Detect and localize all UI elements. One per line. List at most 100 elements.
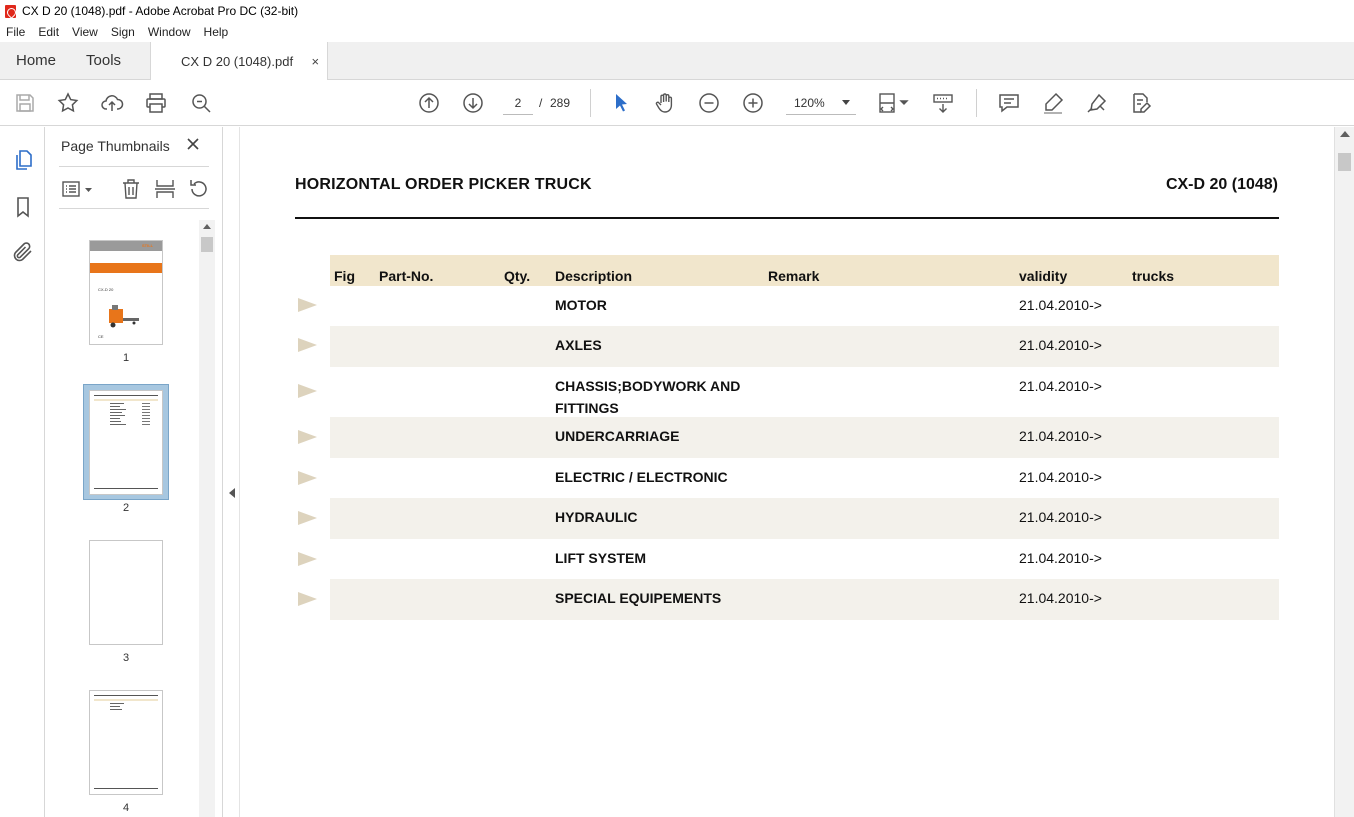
row-description[interactable]: MOTOR [555, 294, 765, 316]
thumbnail-label-3: 3 [122, 652, 130, 664]
ce-mark: CE [98, 334, 104, 339]
insert-page-icon[interactable] [153, 177, 177, 201]
row-description[interactable]: HYDRAULIC [555, 506, 765, 528]
document-scrollbar[interactable] [1334, 127, 1354, 817]
row-link-arrow-icon[interactable] [298, 384, 317, 398]
table-row: HYDRAULIC 21.04.2010-> [330, 498, 1279, 539]
table-row: AXLES 21.04.2010-> [330, 326, 1279, 367]
next-page-icon[interactable] [460, 90, 486, 116]
page-fit-icon[interactable] [875, 90, 911, 116]
panel-divider [59, 166, 209, 167]
thumbnail-label-1: 1 [122, 352, 130, 364]
row-link-arrow-icon[interactable] [298, 511, 317, 525]
hand-tool-icon[interactable] [652, 90, 678, 116]
sign-pen-icon[interactable] [1084, 90, 1110, 116]
row-description[interactable]: ELECTRIC / ELECTRONIC [555, 466, 765, 488]
page-thumbnail-2[interactable] [89, 390, 163, 495]
row-description[interactable]: LIFT SYSTEM [555, 547, 765, 569]
save-icon[interactable] [12, 90, 38, 116]
zoom-in-icon[interactable] [740, 90, 766, 116]
table-row: UNDERCARRIAGE 21.04.2010-> [330, 417, 1279, 458]
scroll-mode-icon[interactable] [930, 90, 956, 116]
row-description[interactable]: SPECIAL EQUIPEMENTS [555, 587, 765, 609]
row-link-arrow-icon[interactable] [298, 471, 317, 485]
table-row: ELECTRIC / ELECTRONIC 21.04.2010-> [330, 458, 1279, 498]
page-thumbnail-3[interactable] [89, 540, 163, 645]
menu-edit[interactable]: Edit [38, 25, 59, 39]
page-number-input[interactable] [503, 91, 533, 115]
page-thumbnails-icon[interactable] [10, 147, 36, 173]
row-validity: 21.04.2010-> [1019, 428, 1102, 444]
table-row: CHASSIS;BODYWORK AND FITTINGS 21.04.2010… [330, 367, 1279, 417]
select-cursor-icon[interactable] [608, 90, 634, 116]
print-icon[interactable] [143, 90, 169, 116]
title-underline [295, 217, 1279, 219]
tab-tools[interactable]: Tools [72, 42, 137, 79]
row-link-arrow-icon[interactable] [298, 430, 317, 444]
thumbnail-options-icon[interactable] [59, 177, 97, 201]
cover-model-text: CX-D 20 [98, 287, 114, 292]
row-link-arrow-icon[interactable] [298, 592, 317, 606]
toolbar-divider [976, 89, 977, 117]
row-link-arrow-icon[interactable] [298, 338, 317, 352]
window-title: CX D 20 (1048).pdf - Adobe Acrobat Pro D… [22, 4, 299, 18]
navigation-rail [0, 127, 45, 817]
tab-document[interactable]: CX D 20 (1048).pdf × [150, 42, 329, 81]
bookmark-star-icon[interactable] [55, 90, 81, 116]
zoom-dropdown[interactable]: 120% [786, 91, 856, 115]
row-description[interactable]: AXLES [555, 334, 765, 356]
upload-cloud-icon[interactable] [99, 90, 125, 116]
close-icon[interactable] [185, 136, 201, 152]
previous-page-icon[interactable] [416, 90, 442, 116]
thumbnails-scrollbar-thumb[interactable] [201, 237, 213, 252]
highlight-pen-icon[interactable] [1040, 90, 1066, 116]
parts-table-header: Fig Part-No. Qty. Description Remark val… [330, 255, 1279, 286]
menu-view[interactable]: View [72, 25, 98, 39]
thumbnail-label-2: 2 [122, 502, 130, 514]
row-description[interactable]: CHASSIS;BODYWORK AND FITTINGS [555, 375, 765, 419]
delete-trash-icon[interactable] [119, 177, 143, 201]
column-header-qty: Qty. [504, 268, 531, 284]
thumbnails-panel-title: Page Thumbnails [61, 138, 170, 154]
page-total: 289 [550, 96, 571, 110]
scroll-up-icon[interactable] [1340, 131, 1350, 137]
tab-document-label: CX D 20 (1048).pdf [181, 54, 294, 69]
panel-collapse-handle[interactable] [222, 127, 240, 817]
zoom-out-icon[interactable] [696, 90, 722, 116]
cover-orange-band [90, 263, 162, 273]
tab-bar: Home Tools CX D 20 (1048).pdf × [0, 42, 1354, 81]
search-zoom-icon[interactable] [188, 90, 214, 116]
menu-sign[interactable]: Sign [111, 25, 135, 39]
cover-logo: STILL [142, 243, 154, 248]
row-link-arrow-icon[interactable] [298, 552, 317, 566]
collapse-left-icon[interactable] [229, 488, 235, 498]
row-description[interactable]: UNDERCARRIAGE [555, 425, 765, 447]
column-header-remark: Remark [768, 268, 820, 284]
menu-help[interactable]: Help [204, 25, 229, 39]
menu-window[interactable]: Window [148, 25, 191, 39]
main-toolbar: / 289 120% [0, 80, 1354, 126]
column-header-fig: Fig [334, 268, 355, 284]
thumbnails-panel: Page Thumbnails STILL CX-D 20 CE 1 2 3 4 [45, 127, 222, 817]
scroll-up-icon[interactable] [203, 224, 211, 229]
menu-file[interactable]: File [6, 25, 25, 39]
chevron-down-icon [842, 100, 850, 105]
tab-close-icon[interactable]: × [311, 54, 319, 69]
tab-home[interactable]: Home [0, 42, 72, 79]
toolbar-divider [590, 89, 591, 117]
row-validity: 21.04.2010-> [1019, 297, 1102, 313]
row-link-arrow-icon[interactable] [298, 298, 317, 312]
comment-icon[interactable] [996, 90, 1022, 116]
attachments-paperclip-icon[interactable] [10, 239, 36, 265]
bookmarks-icon[interactable] [10, 194, 36, 220]
edit-pdf-icon[interactable] [1128, 90, 1154, 116]
page-thumbnail-1[interactable]: STILL CX-D 20 CE [89, 240, 163, 345]
page-thumbnail-4[interactable] [89, 690, 163, 795]
row-validity: 21.04.2010-> [1019, 469, 1102, 485]
row-validity: 21.04.2010-> [1019, 378, 1102, 394]
rotate-icon[interactable] [187, 177, 211, 201]
document-scrollbar-thumb[interactable] [1338, 153, 1351, 171]
column-header-validity: validity [1019, 268, 1068, 284]
thumbnails-scrollbar[interactable] [199, 220, 215, 817]
row-validity: 21.04.2010-> [1019, 509, 1102, 525]
